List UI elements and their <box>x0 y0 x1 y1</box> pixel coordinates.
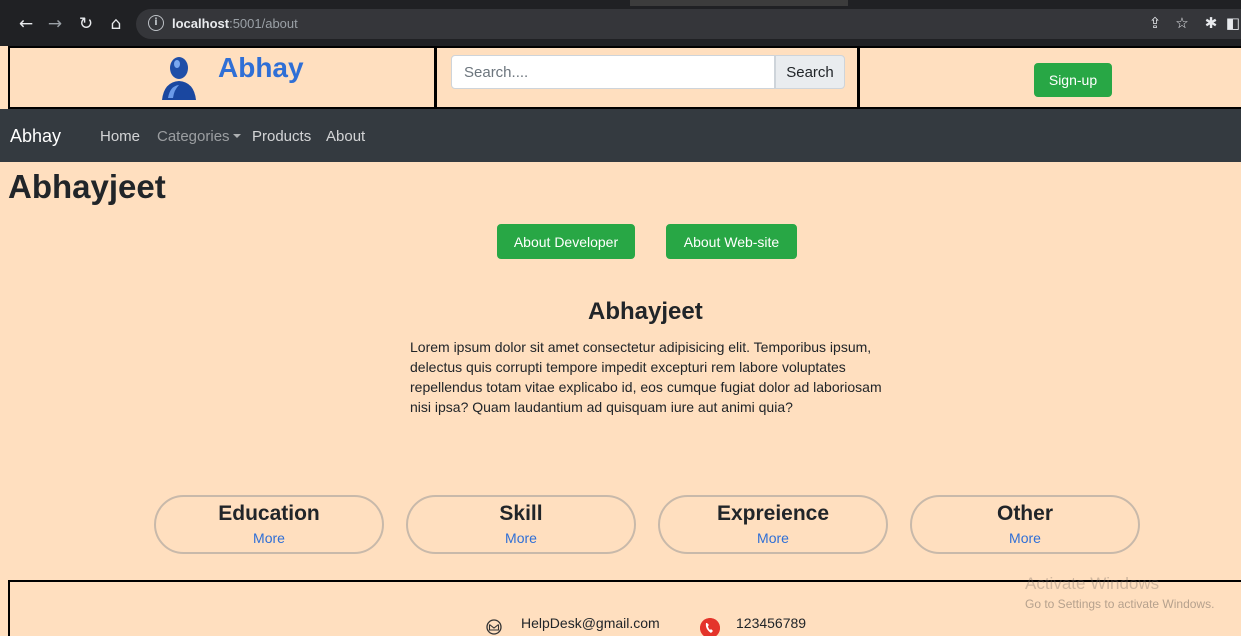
site-header: Abhay Search Sign-up <box>8 46 1241 109</box>
info-icon[interactable]: i <box>148 15 164 31</box>
extensions-puzzle-icon[interactable]: ✱ <box>1202 14 1220 32</box>
card-title: Education <box>218 502 320 525</box>
tab-strip <box>630 0 848 6</box>
envelope-icon <box>486 619 502 635</box>
user-avatar-icon <box>162 57 196 100</box>
phone-icon <box>700 618 720 636</box>
card-title: Skill <box>499 502 543 525</box>
caret-down-icon <box>232 134 241 138</box>
nav-link-categories-label: Categories <box>157 128 230 145</box>
side-panel-icon[interactable]: ◧ <box>1224 14 1241 32</box>
forward-arrow-icon[interactable]: → <box>45 14 65 34</box>
main-navbar: Abhay Home Categories Products About <box>0 109 1241 162</box>
about-paragraph: Lorem ipsum dolor sit amet consectetur a… <box>410 339 882 415</box>
section-title: Abhayjeet <box>588 298 703 325</box>
windows-activation-hint: Go to Settings to activate Windows. <box>1025 597 1215 611</box>
footer-email[interactable]: HelpDesk@gmail.com <box>521 615 660 631</box>
search-button[interactable]: Search <box>775 55 845 89</box>
footer-phone[interactable]: 123456789 <box>736 615 806 631</box>
search-input[interactable] <box>451 55 775 89</box>
header-brand-cell: Abhay <box>8 48 434 107</box>
about-website-button[interactable]: About Web-site <box>666 224 797 259</box>
header-search-cell: Search <box>434 48 860 107</box>
back-arrow-icon[interactable]: ← <box>16 14 36 34</box>
reload-icon[interactable]: ↻ <box>76 14 96 34</box>
address-bar[interactable]: i localhost:5001/about ⇪ ☆ ✱ ◧ <box>136 9 1241 39</box>
nav-link-about[interactable]: About <box>326 128 365 145</box>
about-developer-button[interactable]: About Developer <box>497 224 635 259</box>
nav-link-home[interactable]: Home <box>100 128 140 145</box>
signup-button[interactable]: Sign-up <box>1034 63 1112 97</box>
home-icon[interactable]: ⌂ <box>106 14 126 34</box>
card-more-link[interactable]: More <box>912 530 1138 546</box>
card-skill: Skill More <box>406 495 636 554</box>
browser-toolbar: ← → ↻ ⌂ i localhost:5001/about ⇪ ☆ ✱ ◧ <box>0 0 1241 46</box>
card-title: Other <box>996 502 1053 525</box>
header-signup-cell: Sign-up <box>860 48 1241 107</box>
card-other: Other More <box>910 495 1140 554</box>
url-text: localhost:5001/about <box>172 16 298 31</box>
nav-link-products[interactable]: Products <box>252 128 311 145</box>
brand-name[interactable]: Abhay <box>218 52 304 84</box>
windows-activation-watermark: Activate Windows <box>1025 574 1160 593</box>
card-more-link[interactable]: More <box>156 530 382 546</box>
card-more-link[interactable]: More <box>408 530 634 546</box>
page-title: Abhayjeet <box>8 168 166 205</box>
card-title: Expreience <box>716 502 830 525</box>
share-icon[interactable]: ⇪ <box>1146 14 1164 32</box>
navbar-brand[interactable]: Abhay <box>10 126 61 147</box>
card-more-link[interactable]: More <box>660 530 886 546</box>
bookmark-star-icon[interactable]: ☆ <box>1173 14 1191 32</box>
card-experience: Expreience More <box>658 495 888 554</box>
card-education: Education More <box>154 495 384 554</box>
nav-link-categories[interactable]: Categories <box>157 128 241 145</box>
